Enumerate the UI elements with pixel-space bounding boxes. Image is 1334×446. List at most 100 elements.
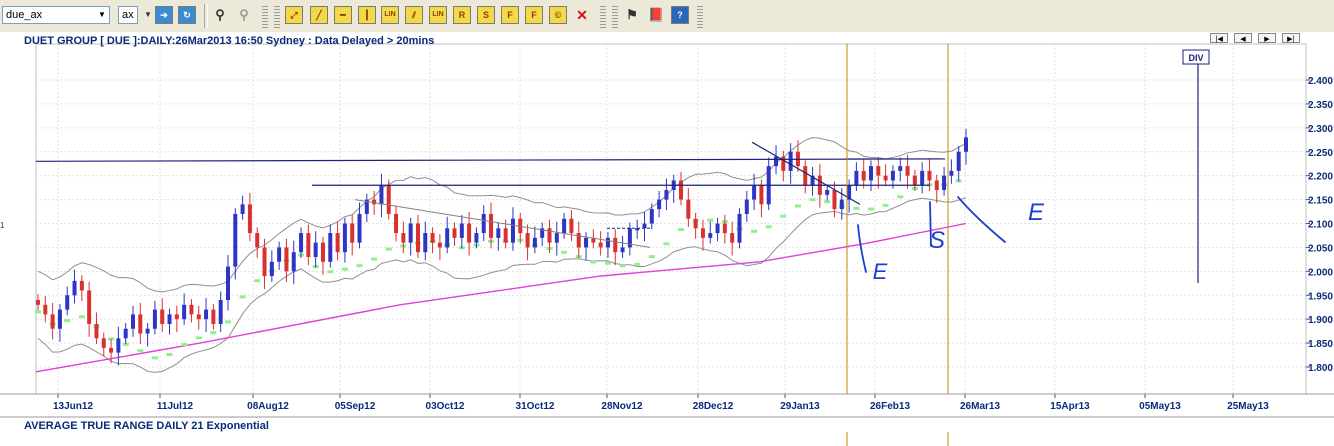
toolbar-grip[interactable]: [262, 4, 268, 28]
candle-body: [306, 233, 311, 257]
candle-body: [700, 228, 705, 238]
price-chart[interactable]: DUET GROUP [ DUE ]:DAILY:26Mar2013 16:50…: [0, 32, 1334, 446]
candle-body: [715, 223, 720, 234]
candle-body: [467, 223, 472, 243]
flag-icon[interactable]: ⚑: [623, 6, 641, 24]
support-dash: [765, 225, 772, 229]
candle-body: [401, 233, 406, 243]
candle-body: [825, 190, 830, 195]
candle-body: [452, 228, 457, 238]
copyright-tool-icon[interactable]: ©: [549, 6, 567, 24]
candle-body: [737, 213, 742, 243]
refresh-icon[interactable]: ↻: [178, 6, 196, 24]
candle-body: [744, 199, 749, 214]
candle-body: [503, 228, 508, 243]
lin-tool-icon[interactable]: LIN: [381, 6, 399, 24]
candle-body: [869, 166, 874, 181]
moving-average: [35, 222, 967, 373]
f2-tool-icon[interactable]: F: [525, 6, 543, 24]
support-dash: [35, 310, 41, 314]
candle-body: [854, 170, 859, 186]
annotation-letter: E: [873, 259, 888, 284]
book-icon[interactable]: 📕: [647, 6, 665, 24]
resistance-line: [35, 158, 941, 162]
candle-body: [613, 237, 618, 253]
support-dash: [64, 319, 71, 323]
candle-body: [788, 151, 793, 171]
delete-icon[interactable]: ✕: [573, 6, 591, 24]
candle-body: [554, 233, 559, 243]
f-tool-icon[interactable]: F: [501, 6, 519, 24]
toolbar-grip-2[interactable]: [274, 4, 280, 28]
candle-body: [730, 233, 735, 243]
candle-body: [350, 223, 355, 243]
support-dash: [619, 264, 626, 268]
candle-body: [299, 233, 304, 253]
x-tick-label: 26Mar13: [960, 401, 1000, 412]
candle-body: [642, 223, 647, 229]
r-tool-icon[interactable]: R: [453, 6, 471, 24]
support-dash: [239, 295, 246, 299]
indicator-label: AVERAGE TRUE RANGE DAILY 21 Exponential: [24, 420, 269, 432]
support-dash: [181, 343, 188, 347]
symbol-select[interactable]: due_ax ▼: [2, 6, 110, 24]
candle-body: [708, 233, 713, 238]
exchange-select[interactable]: ax: [118, 6, 138, 24]
support-dash: [78, 315, 85, 319]
x-tick-label: 28Dec12: [693, 401, 734, 412]
candle-body: [781, 156, 786, 171]
candle-body: [532, 237, 537, 248]
support-dash: [224, 320, 231, 324]
lin-tool-2-icon[interactable]: LIN: [429, 6, 447, 24]
candle-body: [240, 204, 245, 214]
candle-body: [79, 280, 84, 291]
support-dash: [385, 247, 392, 251]
candle-body: [57, 309, 62, 329]
candle-body: [437, 242, 442, 248]
candle-body: [927, 170, 932, 181]
trend-line-icon[interactable]: ⤢: [285, 6, 303, 24]
toolbar-grip-5[interactable]: [697, 4, 703, 28]
chevron-down-icon[interactable]: ▼: [95, 7, 109, 23]
candle-body: [277, 247, 282, 262]
toolbar-grip-4[interactable]: [612, 4, 618, 28]
support-dash: [341, 267, 348, 271]
candle-body: [430, 233, 435, 243]
candle-body: [956, 151, 961, 171]
support-dash: [327, 270, 334, 274]
long-ma-line: [35, 222, 967, 373]
support-dash: [166, 353, 173, 357]
support-dash: [371, 257, 378, 261]
x-tick-label: 05Sep12: [335, 401, 376, 412]
y-tick-label: 1.950: [1308, 291, 1333, 302]
left-marker: 1: [0, 221, 5, 230]
candle-body: [342, 223, 347, 253]
horizontal-line-icon[interactable]: ━: [334, 6, 352, 24]
candle-body: [861, 170, 866, 181]
candle-body: [803, 166, 808, 186]
candle-body: [832, 190, 837, 210]
candle-body: [525, 233, 530, 248]
candle-body: [291, 252, 296, 272]
vertical-line-icon[interactable]: ┃: [358, 6, 376, 24]
binoculars-gray-icon[interactable]: ⚲: [235, 6, 253, 24]
candle-body: [152, 309, 157, 329]
binoculars-icon[interactable]: ⚲: [211, 6, 229, 24]
line-icon[interactable]: ╱: [310, 6, 328, 24]
support-dash: [590, 260, 597, 264]
candle-body: [109, 347, 114, 353]
arrow-right-icon[interactable]: ➔: [155, 6, 173, 24]
help-icon[interactable]: ?: [671, 6, 689, 24]
channel-icon[interactable]: ⫽: [405, 6, 423, 24]
y-tick-label: 2.300: [1308, 124, 1333, 135]
candle-body: [101, 338, 106, 348]
candle-body: [225, 266, 230, 301]
chart-area[interactable]: |◀ ◀ ▶ ▶| DUET GROUP [ DUE ]:DAILY:26Mar…: [0, 32, 1334, 446]
y-tick-label: 1.800: [1308, 363, 1333, 374]
toolbar-grip-3[interactable]: [600, 4, 606, 28]
s-tool-icon[interactable]: S: [477, 6, 495, 24]
candle-body: [87, 290, 92, 324]
candle-body: [269, 261, 274, 277]
y-tick-label: 2.000: [1308, 267, 1333, 278]
candle-body: [123, 328, 128, 339]
